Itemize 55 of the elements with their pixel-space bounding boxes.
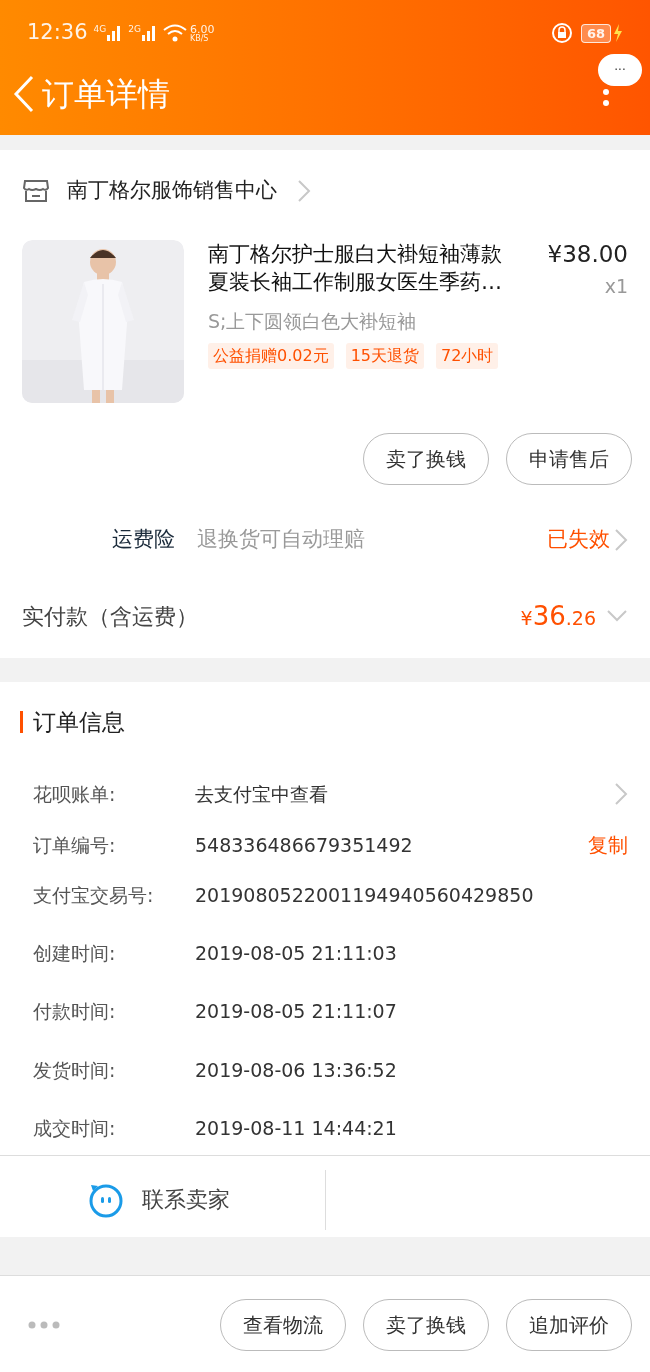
info-value: 2019080522001194940560429850 <box>195 882 534 908</box>
info-label: 花呗账单: <box>33 781 117 807</box>
more-icon[interactable] <box>28 1320 60 1329</box>
action-button[interactable]: 查看物流 <box>220 1298 346 1351</box>
network-label: 2G <box>128 25 141 34</box>
product-price: ¥38.00 <box>547 240 628 268</box>
title-accent <box>20 711 23 733</box>
shop-icon <box>22 179 50 203</box>
battery-level: 68 <box>580 23 611 43</box>
signal-icon <box>106 25 123 41</box>
info-label: 订单编号: <box>33 832 117 858</box>
action-button[interactable]: 卖了换钱 <box>363 433 489 485</box>
back-icon[interactable] <box>12 74 36 114</box>
signal-icon <box>140 25 157 41</box>
contact-seller-button[interactable]: 联系卖家 <box>0 1156 325 1243</box>
action-button[interactable]: 追加评价 <box>506 1298 632 1351</box>
product-sku: S;上下圆领白色大褂短袖 <box>208 308 418 334</box>
action-button[interactable]: 卖了换钱 <box>363 1298 489 1351</box>
network-speed: 6.00 <box>189 23 215 35</box>
info-label: 发货时间: <box>33 1057 117 1083</box>
product-title[interactable]: 南丁格尔护士服白大褂短袖薄款夏装长袖工作制服女医生季药… <box>208 240 518 301</box>
page-title: 订单详情 <box>42 74 170 115</box>
info-label: 付款时间: <box>33 998 117 1024</box>
chevron-right-icon[interactable] <box>614 782 628 806</box>
info-value: 2019-08-05 21:11:03 <box>195 940 397 966</box>
dots-icon <box>603 88 609 108</box>
service-tag: 15天退货 <box>345 343 424 369</box>
insurance-description: 退换货可自动理赔 <box>197 526 365 554</box>
info-label: 创建时间: <box>33 940 117 966</box>
payment-label: 实付款（含运费） <box>22 602 198 631</box>
section-title: 订单信息 <box>33 707 125 737</box>
wifi-icon <box>162 24 187 42</box>
insurance-label: 运费险 <box>112 526 175 554</box>
network-label: 4G <box>93 25 107 34</box>
info-value: 2019-08-11 14:44:21 <box>195 1115 397 1141</box>
more-button[interactable]: ··· <box>598 54 642 86</box>
rotation-lock-icon <box>550 22 573 44</box>
action-button[interactable]: 申请售后 <box>506 433 632 485</box>
product-quantity: x1 <box>604 274 628 299</box>
info-value[interactable]: 去支付宝中查看 <box>195 779 328 809</box>
info-label: 支付宝交易号: <box>33 882 155 908</box>
service-tag: 72小时 <box>436 343 499 369</box>
chevron-right-icon[interactable] <box>297 179 311 203</box>
info-label: 成交时间: <box>33 1115 117 1141</box>
chevron-right-icon[interactable] <box>614 528 628 552</box>
status-time: 12:36 <box>27 19 88 47</box>
info-value: 2019-08-06 13:36:52 <box>195 1057 397 1083</box>
speed-unit: KB/S <box>189 34 210 43</box>
shop-name[interactable]: 南丁格尔服饰销售中心 <box>67 175 277 207</box>
service-tag: 公益捐赠0.02元 <box>208 343 334 369</box>
chevron-down-icon[interactable] <box>606 609 628 623</box>
info-value: 548336486679351492 <box>195 832 413 858</box>
info-value: 2019-08-05 21:11:07 <box>195 998 397 1024</box>
payment-amount: ¥36.26 <box>520 599 596 633</box>
charging-icon <box>613 24 623 42</box>
